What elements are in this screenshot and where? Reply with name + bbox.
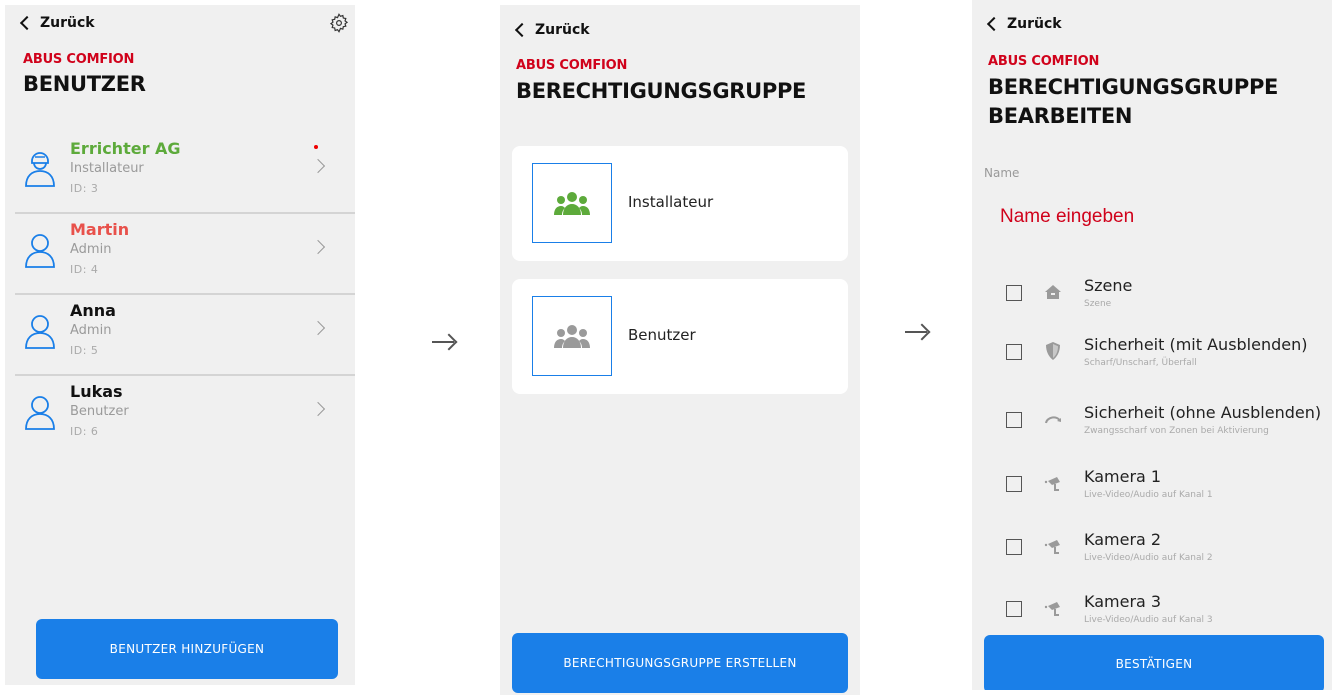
groups-screen: Zurück ABUS COMFION BERECHTIGUNGSGRUPPE … — [500, 5, 860, 695]
user-id: ID: 6 — [70, 425, 99, 438]
permission-title: Kamera 3 — [1084, 592, 1162, 611]
permission-row-security-without[interactable]: Sicherheit (ohne Ausblenden) Zwangsschar… — [1006, 403, 1332, 443]
user-row-errichter[interactable]: Errichter AG Installateur ID: 3 — [15, 133, 355, 214]
permission-title: Sicherheit (mit Ausblenden) — [1084, 335, 1308, 354]
permission-subtitle: Live-Video/Audio auf Kanal 2 — [1084, 553, 1213, 563]
camera-icon — [1044, 477, 1060, 491]
group-label: Installateur — [628, 193, 714, 211]
chevron-right-icon — [310, 320, 326, 336]
users-screen: Zurück ABUS COMFION BENUTZER Errichter A… — [5, 5, 355, 685]
page-title-line1: BERECHTIGUNGSGRUPPE — [988, 75, 1279, 99]
name-input[interactable] — [1000, 206, 1300, 228]
back-label: Zurück — [1007, 16, 1062, 32]
installer-avatar-icon — [25, 152, 55, 187]
permission-row-security-with[interactable]: Sicherheit (mit Ausblenden) Scharf/Unsch… — [1006, 335, 1332, 375]
flow-arrow-icon — [432, 341, 454, 343]
permission-title: Kamera 2 — [1084, 530, 1162, 549]
page-title: BERECHTIGUNGSGRUPPE — [516, 79, 807, 103]
back-button[interactable]: Zurück — [19, 15, 95, 31]
back-label: Zurück — [40, 15, 95, 31]
permission-checkbox[interactable] — [1006, 601, 1022, 617]
user-avatar-icon — [25, 315, 55, 349]
user-name: Lukas — [70, 382, 123, 401]
user-role: Installateur — [70, 161, 144, 176]
notification-dot — [314, 145, 318, 149]
chevron-left-icon — [514, 22, 530, 38]
back-label: Zurück — [535, 22, 590, 38]
page-title-line2: BEARBEITEN — [988, 104, 1133, 128]
user-role: Admin — [70, 323, 112, 338]
user-name: Errichter AG — [70, 139, 181, 158]
user-id: ID: 4 — [70, 263, 99, 276]
edit-group-screen: Zurück ABUS COMFION BERECHTIGUNGSGRUPPE … — [972, 0, 1332, 690]
permission-subtitle: Live-Video/Audio auf Kanal 3 — [1084, 615, 1213, 625]
create-group-button[interactable]: BERECHTIGUNGSGRUPPE ERSTELLEN — [512, 633, 848, 693]
user-name: Martin — [70, 220, 130, 239]
permission-title: Kamera 1 — [1084, 467, 1162, 486]
permission-row-kamera-2[interactable]: Kamera 2 Live-Video/Audio auf Kanal 2 — [1006, 530, 1332, 570]
chevron-right-icon — [310, 158, 326, 174]
brand-label: ABUS COMFION — [23, 52, 135, 67]
page-title: BENUTZER — [23, 72, 146, 96]
group-icon — [554, 192, 590, 215]
confirm-button[interactable]: BESTÄTIGEN — [984, 635, 1324, 690]
back-button[interactable]: Zurück — [514, 22, 590, 38]
permission-row-szene[interactable]: Szene Szene — [1006, 276, 1332, 316]
group-icon — [554, 325, 590, 348]
flow-arrow-icon — [905, 331, 927, 333]
permission-checkbox[interactable] — [1006, 476, 1022, 492]
group-card-installateur[interactable]: Installateur — [512, 146, 848, 261]
user-name: Anna — [70, 301, 116, 320]
permission-checkbox[interactable] — [1006, 285, 1022, 301]
permission-checkbox[interactable] — [1006, 344, 1022, 360]
permission-subtitle: Zwangsscharf von Zonen bei Aktivierung — [1084, 426, 1269, 436]
permission-subtitle: Live-Video/Audio auf Kanal 1 — [1084, 490, 1213, 500]
user-role: Admin — [70, 242, 112, 257]
gear-icon[interactable] — [328, 12, 350, 34]
group-card-benutzer[interactable]: Benutzer — [512, 279, 848, 394]
group-icon-box — [532, 163, 612, 243]
user-row-lukas[interactable]: Lukas Benutzer ID: 6 — [15, 376, 355, 457]
permission-title: Szene — [1084, 276, 1133, 295]
user-role: Benutzer — [70, 404, 129, 419]
home-icon — [1045, 285, 1061, 299]
group-icon-box — [532, 296, 612, 376]
chevron-right-icon — [310, 401, 326, 417]
brand-label: ABUS COMFION — [516, 58, 628, 73]
chevron-left-icon — [19, 15, 35, 31]
permission-row-kamera-3[interactable]: Kamera 3 Live-Video/Audio auf Kanal 3 — [1006, 592, 1332, 632]
user-avatar-icon — [25, 234, 55, 268]
user-id: ID: 3 — [70, 182, 99, 195]
user-avatar-icon — [25, 396, 55, 430]
permission-row-kamera-1[interactable]: Kamera 1 Live-Video/Audio auf Kanal 1 — [1006, 467, 1332, 507]
permission-title: Sicherheit (ohne Ausblenden) — [1084, 403, 1322, 422]
user-row-martin[interactable]: Martin Admin ID: 4 — [15, 214, 355, 295]
group-label: Benutzer — [628, 326, 696, 344]
brand-label: ABUS COMFION — [988, 54, 1100, 69]
permission-checkbox[interactable] — [1006, 412, 1022, 428]
user-list: Errichter AG Installateur ID: 3 Martin A… — [15, 133, 355, 457]
chevron-left-icon — [986, 16, 1002, 32]
name-label: Name — [984, 166, 1020, 180]
permission-checkbox[interactable] — [1006, 539, 1022, 555]
add-user-button[interactable]: BENUTZER HINZUFÜGEN — [36, 619, 338, 679]
camera-icon — [1044, 602, 1060, 616]
permission-subtitle: Szene — [1084, 299, 1112, 309]
camera-icon — [1044, 540, 1060, 554]
user-id: ID: 5 — [70, 344, 99, 357]
shield-icon — [1046, 342, 1060, 360]
permission-subtitle: Scharf/Unscharf, Überfall — [1084, 358, 1197, 368]
chevron-right-icon — [310, 239, 326, 255]
back-button[interactable]: Zurück — [986, 16, 1062, 32]
redo-arrow-icon — [1045, 416, 1061, 424]
user-row-anna[interactable]: Anna Admin ID: 5 — [15, 295, 355, 376]
